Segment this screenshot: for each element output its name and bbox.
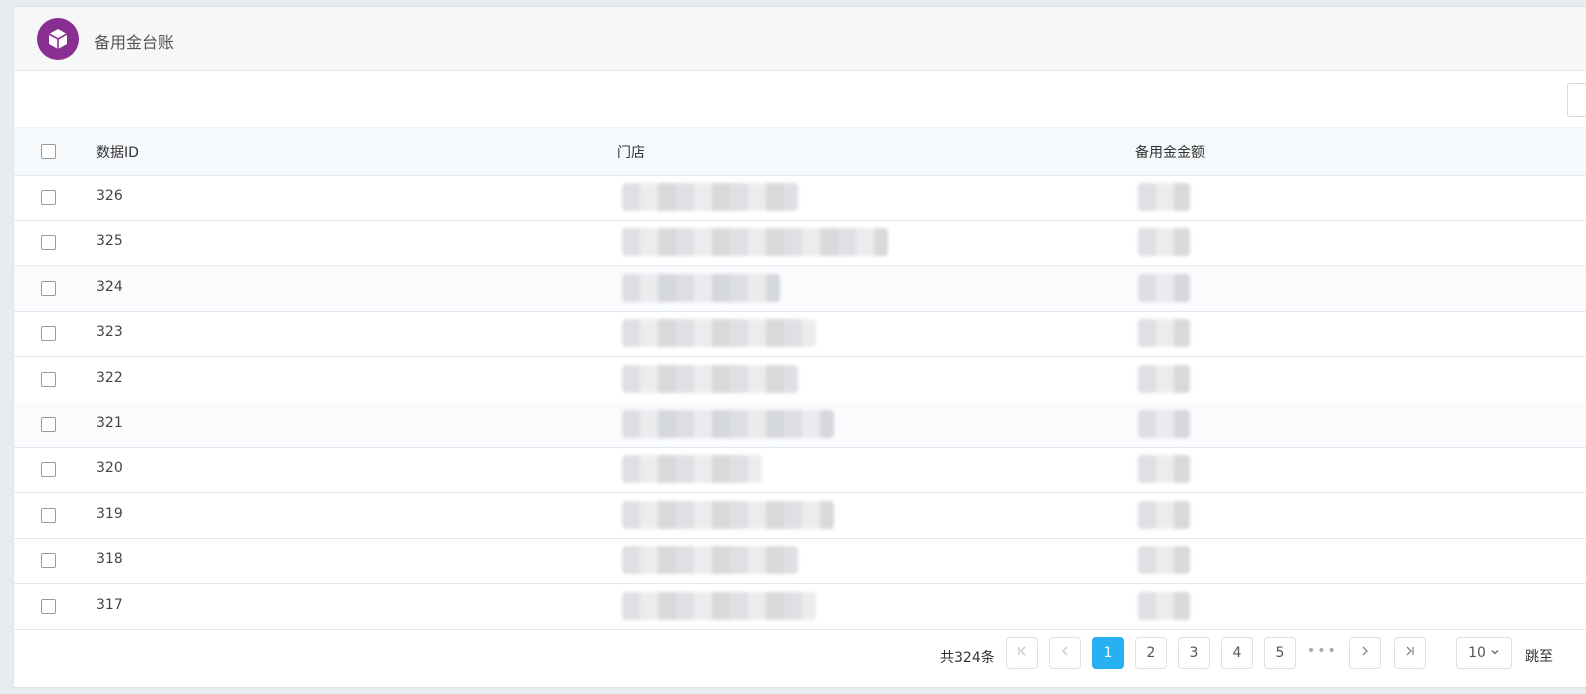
table-row[interactable]: 319 xyxy=(14,493,1586,539)
table-row[interactable]: 324 xyxy=(14,265,1586,312)
row-checkbox[interactable] xyxy=(41,280,56,296)
table-row[interactable]: 322 xyxy=(14,357,1586,403)
table-row[interactable]: 320 xyxy=(14,447,1586,494)
redacted-store-cell xyxy=(622,319,816,348)
redacted-store-cell xyxy=(622,183,798,211)
row-id: 318 xyxy=(96,551,123,568)
table-row[interactable]: 325 xyxy=(14,220,1586,267)
table-header: 数据ID 门店 备用金金额 xyxy=(14,127,1586,176)
row-checkbox[interactable] xyxy=(41,235,56,251)
row-id: 323 xyxy=(96,324,123,341)
redacted-store-cell xyxy=(622,546,798,575)
redacted-store-cell xyxy=(622,273,780,302)
row-checkbox[interactable] xyxy=(41,417,56,432)
row-id: 317 xyxy=(96,596,123,613)
toolbar-control[interactable] xyxy=(1567,83,1586,117)
toolbar xyxy=(14,71,1586,127)
chevron-right-icon xyxy=(1359,645,1371,661)
row-id: 320 xyxy=(96,460,123,477)
prev-page-button[interactable] xyxy=(1049,637,1081,669)
page-button-4[interactable]: 4 xyxy=(1221,637,1253,669)
page-button-1[interactable]: 1 xyxy=(1092,637,1124,669)
redacted-store-cell xyxy=(622,591,816,620)
redacted-store-cell xyxy=(622,410,834,438)
first-page-button[interactable] xyxy=(1006,637,1038,669)
redacted-amount-cell xyxy=(1138,228,1190,257)
row-id: 324 xyxy=(96,278,123,295)
redacted-amount-cell xyxy=(1138,546,1190,575)
last-page-icon xyxy=(1404,645,1416,661)
row-checkbox[interactable] xyxy=(41,462,56,478)
redacted-store-cell xyxy=(622,364,798,393)
redacted-amount-cell xyxy=(1138,183,1190,211)
page-ellipsis[interactable]: ••• xyxy=(1307,643,1338,659)
last-page-button[interactable] xyxy=(1394,637,1426,669)
row-id: 322 xyxy=(96,369,123,386)
redacted-amount-cell xyxy=(1138,319,1190,348)
column-header-store[interactable]: 门店 xyxy=(617,142,645,162)
redacted-amount-cell xyxy=(1138,591,1190,620)
redacted-store-cell xyxy=(622,455,762,484)
redacted-store-cell xyxy=(622,500,834,529)
row-checkbox[interactable] xyxy=(41,598,56,614)
redacted-amount-cell xyxy=(1138,364,1190,393)
redacted-amount-cell xyxy=(1138,455,1190,484)
next-page-button[interactable] xyxy=(1349,637,1381,669)
pagination: 共324条 1 2 3 4 5 ••• 10 跳至 xyxy=(14,637,1586,671)
table-row[interactable]: 318 xyxy=(14,538,1586,585)
jump-label: 跳至 xyxy=(1525,649,1553,665)
table-row[interactable]: 317 xyxy=(14,584,1586,630)
first-page-icon xyxy=(1016,645,1028,661)
row-id: 325 xyxy=(96,233,123,250)
row-id: 319 xyxy=(96,505,123,522)
row-checkbox[interactable] xyxy=(41,553,56,569)
page-header: 备用金台账 xyxy=(14,7,1586,71)
row-checkbox[interactable] xyxy=(41,371,56,387)
column-header-amount[interactable]: 备用金金额 xyxy=(1135,142,1205,162)
cube-icon xyxy=(37,18,79,60)
redacted-amount-cell xyxy=(1138,410,1190,438)
page-title: 备用金台账 xyxy=(94,33,175,52)
table-row[interactable]: 323 xyxy=(14,311,1586,358)
redacted-amount-cell xyxy=(1138,273,1190,302)
select-all-checkbox[interactable] xyxy=(41,144,56,159)
page-button-3[interactable]: 3 xyxy=(1178,637,1210,669)
chevron-left-icon xyxy=(1059,645,1071,661)
table-row[interactable]: 321 xyxy=(14,402,1586,448)
redacted-store-cell xyxy=(622,228,888,257)
redacted-amount-cell xyxy=(1138,500,1190,529)
table-row[interactable]: 326 xyxy=(14,175,1586,221)
row-id: 326 xyxy=(96,188,123,204)
chevron-down-icon xyxy=(1490,645,1500,661)
main-panel: 备用金台账 数据ID 门店 备用金金额 326 325 324 323 322 321 32… xyxy=(13,6,1586,688)
column-header-id[interactable]: 数据ID xyxy=(96,142,139,162)
row-checkbox[interactable] xyxy=(41,507,56,523)
row-id: 321 xyxy=(96,415,123,431)
page-size-select[interactable]: 10 xyxy=(1456,637,1512,669)
page-button-5[interactable]: 5 xyxy=(1264,637,1296,669)
page-button-2[interactable]: 2 xyxy=(1135,637,1167,669)
page-size-value: 10 xyxy=(1468,645,1486,661)
total-count: 共324条 xyxy=(940,650,995,666)
row-checkbox[interactable] xyxy=(41,326,56,342)
row-checkbox[interactable] xyxy=(41,190,56,205)
